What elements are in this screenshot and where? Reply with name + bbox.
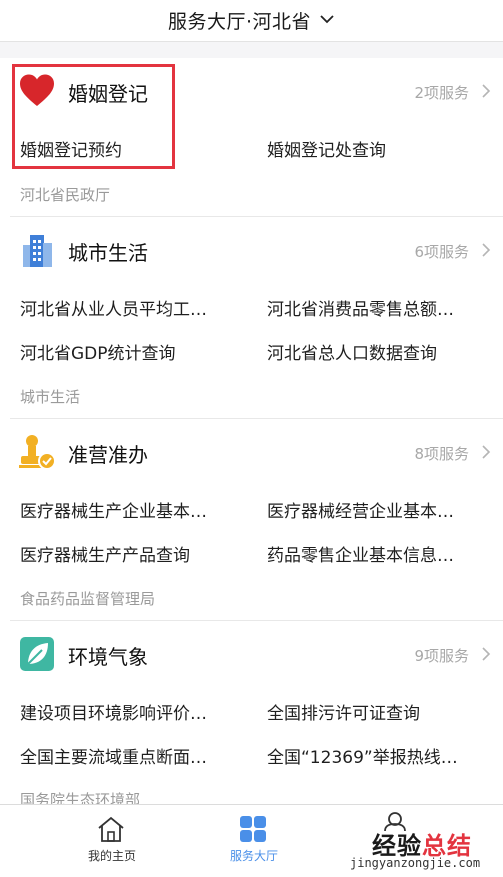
service-link[interactable]: 医疗器械生产企业基本… xyxy=(20,497,240,522)
service-count[interactable]: 6项服务 xyxy=(414,241,469,262)
service-link[interactable]: 河北省GDP统计查询 xyxy=(20,339,240,364)
region-selector[interactable]: 服务大厅·河北省 xyxy=(168,7,311,34)
service-link[interactable]: 药品零售企业基本信息… xyxy=(267,541,487,566)
department-label: 国务院生态环境部 xyxy=(20,791,141,804)
card-title: 城市生活 xyxy=(68,241,148,265)
card-header[interactable]: 城市生活 6项服务 xyxy=(0,217,503,283)
service-card-license: 准营准办 8项服务 医疗器械生产企业基本… 医疗器械经营企业基本… 医疗器械生产… xyxy=(0,419,503,620)
service-card-city-life: 城市生活 6项服务 河北省从业人员平均工… 河北省消费品零售总额… 河北省GDP… xyxy=(0,217,503,418)
service-link[interactable]: 婚姻登记处查询 xyxy=(267,136,487,161)
tab-label: 我的主页 xyxy=(87,849,136,863)
watermark-url: jingyanzongjie.com xyxy=(350,856,481,870)
section-gap xyxy=(0,42,503,58)
service-link[interactable]: 全国“12369”举报热线… xyxy=(267,743,487,768)
leaf-icon xyxy=(20,637,54,671)
home-icon xyxy=(98,816,124,842)
chevron-right-icon[interactable] xyxy=(481,445,491,459)
department-label: 城市生活 xyxy=(20,388,81,406)
service-link[interactable]: 全国排污许可证查询 xyxy=(267,699,487,724)
service-link[interactable]: 建设项目环境影响评价… xyxy=(20,699,240,724)
highlight-box xyxy=(12,64,175,169)
chevron-right-icon[interactable] xyxy=(481,84,491,98)
card-title: 环境气象 xyxy=(68,645,148,669)
grid-icon xyxy=(240,816,266,842)
card-header[interactable]: 环境气象 9项服务 xyxy=(0,621,503,687)
card-header[interactable]: 准营准办 8项服务 xyxy=(0,419,503,485)
card-title: 准营准办 xyxy=(68,443,148,467)
service-link[interactable]: 河北省从业人员平均工… xyxy=(20,295,240,320)
service-link[interactable]: 河北省消费品零售总额… xyxy=(267,295,487,320)
chevron-down-icon[interactable] xyxy=(319,11,335,27)
watermark: 经验总结 jingyanzongjie.com xyxy=(348,826,498,874)
chevron-right-icon[interactable] xyxy=(481,647,491,661)
header-bar: 服务大厅·河北省 xyxy=(0,0,503,42)
service-link[interactable]: 医疗器械生产产品查询 xyxy=(20,541,240,566)
tab-service-hall[interactable]: 服务大厅 xyxy=(194,805,314,877)
service-card-environment: 环境气象 9项服务 建设项目环境影响评价… 全国排污许可证查询 全国主要流域重点… xyxy=(0,621,503,804)
stamp-icon xyxy=(19,435,56,470)
building-icon xyxy=(23,235,52,267)
department-label: 食品药品监督管理局 xyxy=(20,590,156,608)
chevron-right-icon[interactable] xyxy=(481,243,491,257)
service-count[interactable]: 2项服务 xyxy=(414,82,469,103)
department-label: 河北省民政厅 xyxy=(20,186,111,204)
tab-label: 服务大厅 xyxy=(229,849,278,863)
service-link[interactable]: 医疗器械经营企业基本… xyxy=(267,497,487,522)
tab-home[interactable]: 我的主页 xyxy=(52,805,172,877)
service-link[interactable]: 全国主要流域重点断面… xyxy=(20,743,240,768)
service-count[interactable]: 8项服务 xyxy=(414,443,469,464)
service-link[interactable]: 河北省总人口数据查询 xyxy=(267,339,487,364)
service-count[interactable]: 9项服务 xyxy=(414,645,469,666)
